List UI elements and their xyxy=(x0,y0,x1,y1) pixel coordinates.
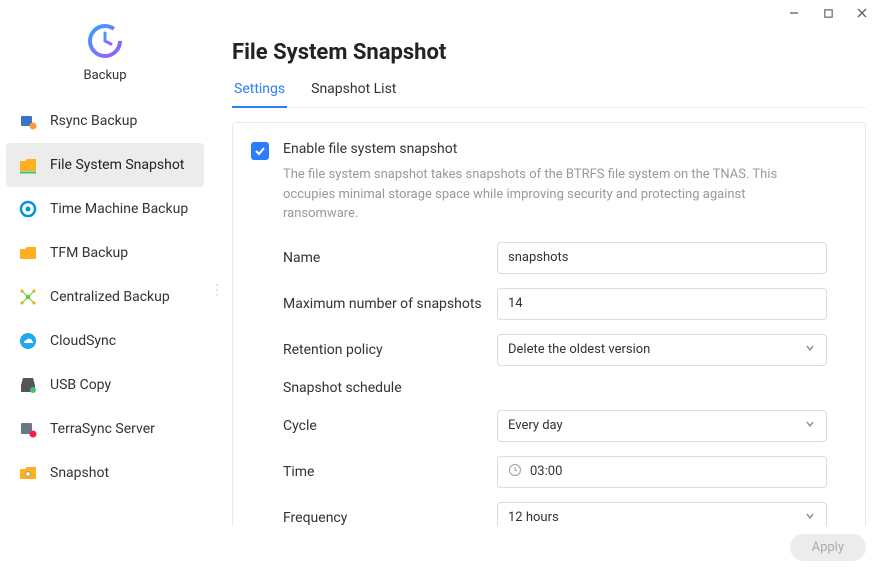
snapshot-schedule-heading: Snapshot schedule xyxy=(251,380,847,396)
sidebar-item-terrasync-server[interactable]: TerraSync Server xyxy=(6,407,204,451)
sidebar-item-cloudsync[interactable]: CloudSync xyxy=(6,319,204,363)
maximize-button[interactable] xyxy=(818,3,838,23)
enable-snapshot-checkbox[interactable] xyxy=(251,142,269,160)
time-machine-icon xyxy=(18,199,38,219)
sidebar-item-label: File System Snapshot xyxy=(50,157,184,173)
name-label: Name xyxy=(251,250,487,266)
footer: Apply xyxy=(0,526,886,573)
sidebar-header: Backup xyxy=(0,20,210,99)
cycle-label: Cycle xyxy=(251,418,487,434)
cloud-icon xyxy=(18,331,38,351)
sidebar-item-file-system-snapshot[interactable]: File System Snapshot xyxy=(6,143,204,187)
chevron-down-icon xyxy=(804,342,816,358)
select-value: Delete the oldest version xyxy=(508,342,650,357)
server-icon xyxy=(18,111,38,131)
sidebar-item-label: Time Machine Backup xyxy=(50,201,188,217)
tab-label: Snapshot List xyxy=(311,81,396,97)
tab-snapshot-list[interactable]: Snapshot List xyxy=(309,81,398,107)
max-snapshots-input[interactable] xyxy=(497,288,827,320)
main-content: File System Snapshot Settings Snapshot L… xyxy=(210,26,886,526)
sidebar-item-tfm-backup[interactable]: TFM Backup xyxy=(6,231,204,275)
cycle-select[interactable]: Every day xyxy=(497,410,827,442)
clock-icon xyxy=(508,463,522,481)
sidebar-item-rsync-backup[interactable]: Rsync Backup xyxy=(6,99,204,143)
frequency-label: Frequency xyxy=(251,510,487,526)
tab-settings[interactable]: Settings xyxy=(232,81,287,107)
tab-label: Settings xyxy=(234,81,285,97)
apply-button[interactable]: Apply xyxy=(790,534,866,561)
usb-icon xyxy=(18,375,38,395)
chevron-down-icon xyxy=(804,510,816,526)
settings-panel: Enable file system snapshot The file sys… xyxy=(232,122,866,526)
folder-icon xyxy=(18,243,38,263)
sidebar-item-label: Rsync Backup xyxy=(50,113,137,129)
time-input[interactable]: 03:00 xyxy=(497,456,827,488)
content-area: Enable file system snapshot The file sys… xyxy=(232,108,866,526)
time-label: Time xyxy=(251,464,487,480)
folder-snapshot-icon xyxy=(18,155,38,175)
sidebar-item-snapshot[interactable]: Snapshot xyxy=(6,451,204,495)
app-name: Backup xyxy=(83,68,126,83)
network-icon xyxy=(18,287,38,307)
sidebar-item-label: CloudSync xyxy=(50,333,116,349)
folder-camera-icon xyxy=(18,463,38,483)
sidebar: Backup Rsync Backup File System Snapshot… xyxy=(0,26,210,526)
page-title: File System Snapshot xyxy=(232,40,866,65)
name-input[interactable] xyxy=(497,242,827,274)
close-button[interactable] xyxy=(852,3,872,23)
max-snapshots-label: Maximum number of snapshots xyxy=(251,296,487,312)
sidebar-nav: Rsync Backup File System Snapshot Time M… xyxy=(0,99,210,495)
sidebar-item-label: USB Copy xyxy=(50,377,111,393)
retention-policy-select[interactable]: Delete the oldest version xyxy=(497,334,827,366)
sidebar-item-label: TerraSync Server xyxy=(50,421,155,437)
retention-policy-label: Retention policy xyxy=(251,342,487,358)
server-sync-icon xyxy=(18,419,38,439)
tab-bar: Settings Snapshot List xyxy=(232,81,866,108)
app-logo-icon xyxy=(84,20,126,62)
sidebar-item-label: Snapshot xyxy=(50,465,109,481)
sidebar-item-label: Centralized Backup xyxy=(50,289,170,305)
frequency-select[interactable]: 12 hours xyxy=(497,502,827,527)
sidebar-item-label: TFM Backup xyxy=(50,245,128,261)
sidebar-resize-handle[interactable]: ⋮ xyxy=(210,287,216,309)
sidebar-item-time-machine-backup[interactable]: Time Machine Backup xyxy=(6,187,204,231)
time-value: 03:00 xyxy=(530,464,562,479)
select-value: Every day xyxy=(508,418,563,433)
select-value: 12 hours xyxy=(508,510,559,525)
chevron-down-icon xyxy=(804,418,816,434)
minimize-button[interactable] xyxy=(784,3,804,23)
sidebar-item-centralized-backup[interactable]: Centralized Backup xyxy=(6,275,204,319)
sidebar-item-usb-copy[interactable]: USB Copy xyxy=(6,363,204,407)
enable-snapshot-description: The file system snapshot takes snapshots… xyxy=(283,165,823,224)
enable-snapshot-label: Enable file system snapshot xyxy=(283,141,847,157)
